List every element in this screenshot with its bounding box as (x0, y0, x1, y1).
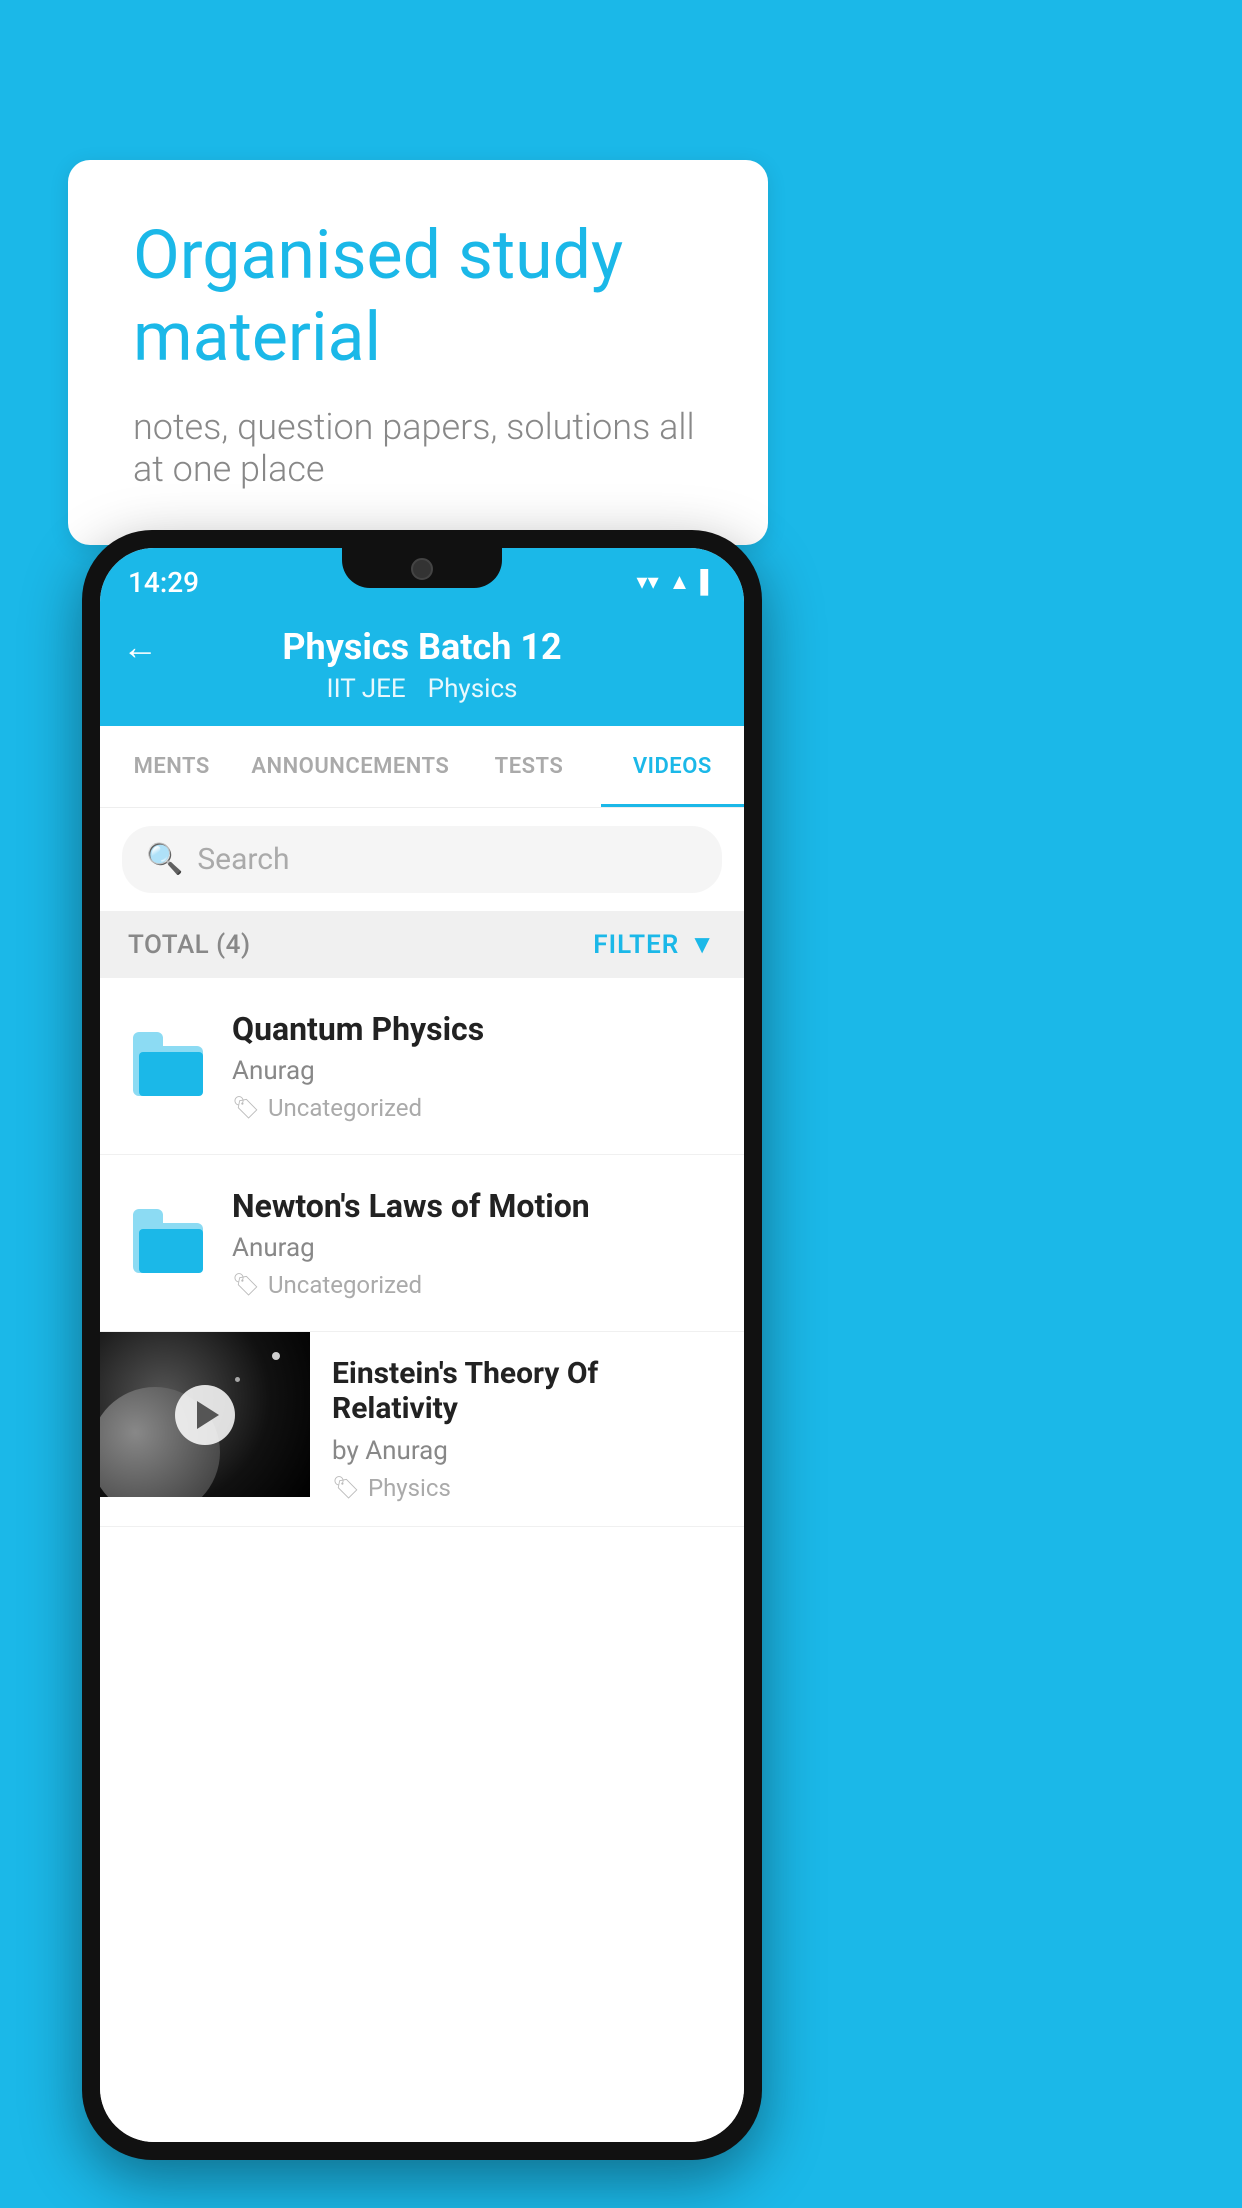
item-tag: 🏷 Uncategorized (232, 1094, 716, 1122)
item-title: Newton's Laws of Motion (232, 1187, 716, 1225)
filter-button[interactable]: FILTER ▼ (593, 929, 716, 960)
search-input-wrap[interactable]: 🔍 Search (122, 826, 722, 893)
filter-icon: ▼ (689, 929, 716, 960)
tag-label: Uncategorized (268, 1094, 422, 1122)
tag-icon: 🏷 (232, 1096, 260, 1121)
star-graphic-1 (272, 1352, 280, 1360)
app-header: ← Physics Batch 12 IIT JEE Physics (100, 608, 744, 726)
folder-front (139, 1229, 203, 1273)
speech-bubble-subtext: notes, question papers, solutions all at… (133, 406, 703, 490)
folder-front (139, 1052, 203, 1096)
wifi-icon: ▾▾ (637, 570, 659, 595)
video-thumbnail (100, 1332, 310, 1497)
item-author: Anurag (232, 1056, 716, 1086)
tab-bar: MENTS ANNOUNCEMENTS TESTS VIDEOS (100, 726, 744, 808)
tab-ments[interactable]: MENTS (100, 726, 243, 807)
play-button[interactable] (175, 1385, 235, 1445)
list-item[interactable]: Newton's Laws of Motion Anurag 🏷 Uncateg… (100, 1155, 744, 1332)
status-icons: ▾▾ ▲ ▌ (637, 569, 716, 595)
item-icon-quantum (128, 1026, 208, 1106)
phone-screen: 14:29 ▾▾ ▲ ▌ ← Physics Batch 12 IIT JEE … (100, 548, 744, 2142)
folder-icon (133, 1213, 203, 1273)
search-bar: 🔍 Search (100, 808, 744, 911)
tag-label: Physics (368, 1474, 451, 1502)
item-icon-newton (128, 1203, 208, 1283)
item-tag: 🏷 Uncategorized (232, 1271, 716, 1299)
tab-announcements[interactable]: ANNOUNCEMENTS (243, 726, 457, 807)
total-count-label: TOTAL (4) (128, 930, 251, 960)
battery-icon: ▌ (700, 569, 716, 595)
tag-icon: 🏷 (232, 1273, 260, 1298)
signal-icon: ▲ (669, 569, 691, 595)
item-title: Quantum Physics (232, 1010, 716, 1048)
status-time: 14:29 (128, 566, 199, 599)
phone-screen-area: 14:29 ▾▾ ▲ ▌ ← Physics Batch 12 IIT JEE … (100, 548, 744, 2142)
phone-notch (342, 548, 502, 588)
video-tag: 🏷 Physics (332, 1474, 722, 1502)
folder-icon (133, 1036, 203, 1096)
filter-bar: TOTAL (4) FILTER ▼ (100, 911, 744, 978)
back-button[interactable]: ← (122, 626, 158, 668)
header-title: Physics Batch 12 (282, 626, 561, 668)
header-subtitle-iitjee: IIT JEE (327, 674, 406, 704)
item-details-newton: Newton's Laws of Motion Anurag 🏷 Uncateg… (232, 1187, 716, 1299)
video-details-einstein: Einstein's Theory Of Relativity by Anura… (310, 1332, 744, 1526)
search-icon: 🔍 (146, 842, 183, 877)
tab-tests[interactable]: TESTS (457, 726, 600, 807)
item-author: Anurag (232, 1233, 716, 1263)
tag-icon: 🏷 (332, 1476, 360, 1501)
speech-bubble-container: Organised study material notes, question… (68, 160, 768, 545)
camera-dot (411, 558, 433, 580)
video-item[interactable]: Einstein's Theory Of Relativity by Anura… (100, 1332, 744, 1527)
speech-bubble-heading: Organised study material (133, 215, 703, 378)
header-subtitle-physics: Physics (428, 674, 518, 704)
header-subtitle: IIT JEE Physics (327, 674, 518, 704)
list-item[interactable]: Quantum Physics Anurag 🏷 Uncategorized (100, 978, 744, 1155)
star-graphic-2 (235, 1377, 240, 1382)
video-title: Einstein's Theory Of Relativity (332, 1356, 722, 1426)
tab-videos[interactable]: VIDEOS (601, 726, 744, 807)
tag-label: Uncategorized (268, 1271, 422, 1299)
filter-label: FILTER (593, 930, 679, 960)
phone-device: 14:29 ▾▾ ▲ ▌ ← Physics Batch 12 IIT JEE … (82, 530, 762, 2160)
item-details-quantum: Quantum Physics Anurag 🏷 Uncategorized (232, 1010, 716, 1122)
speech-bubble: Organised study material notes, question… (68, 160, 768, 545)
header-title-row: ← Physics Batch 12 (128, 626, 716, 668)
video-author: by Anurag (332, 1436, 722, 1466)
search-placeholder: Search (197, 842, 289, 877)
play-icon (197, 1401, 219, 1429)
video-list: Quantum Physics Anurag 🏷 Uncategorized (100, 978, 744, 2142)
